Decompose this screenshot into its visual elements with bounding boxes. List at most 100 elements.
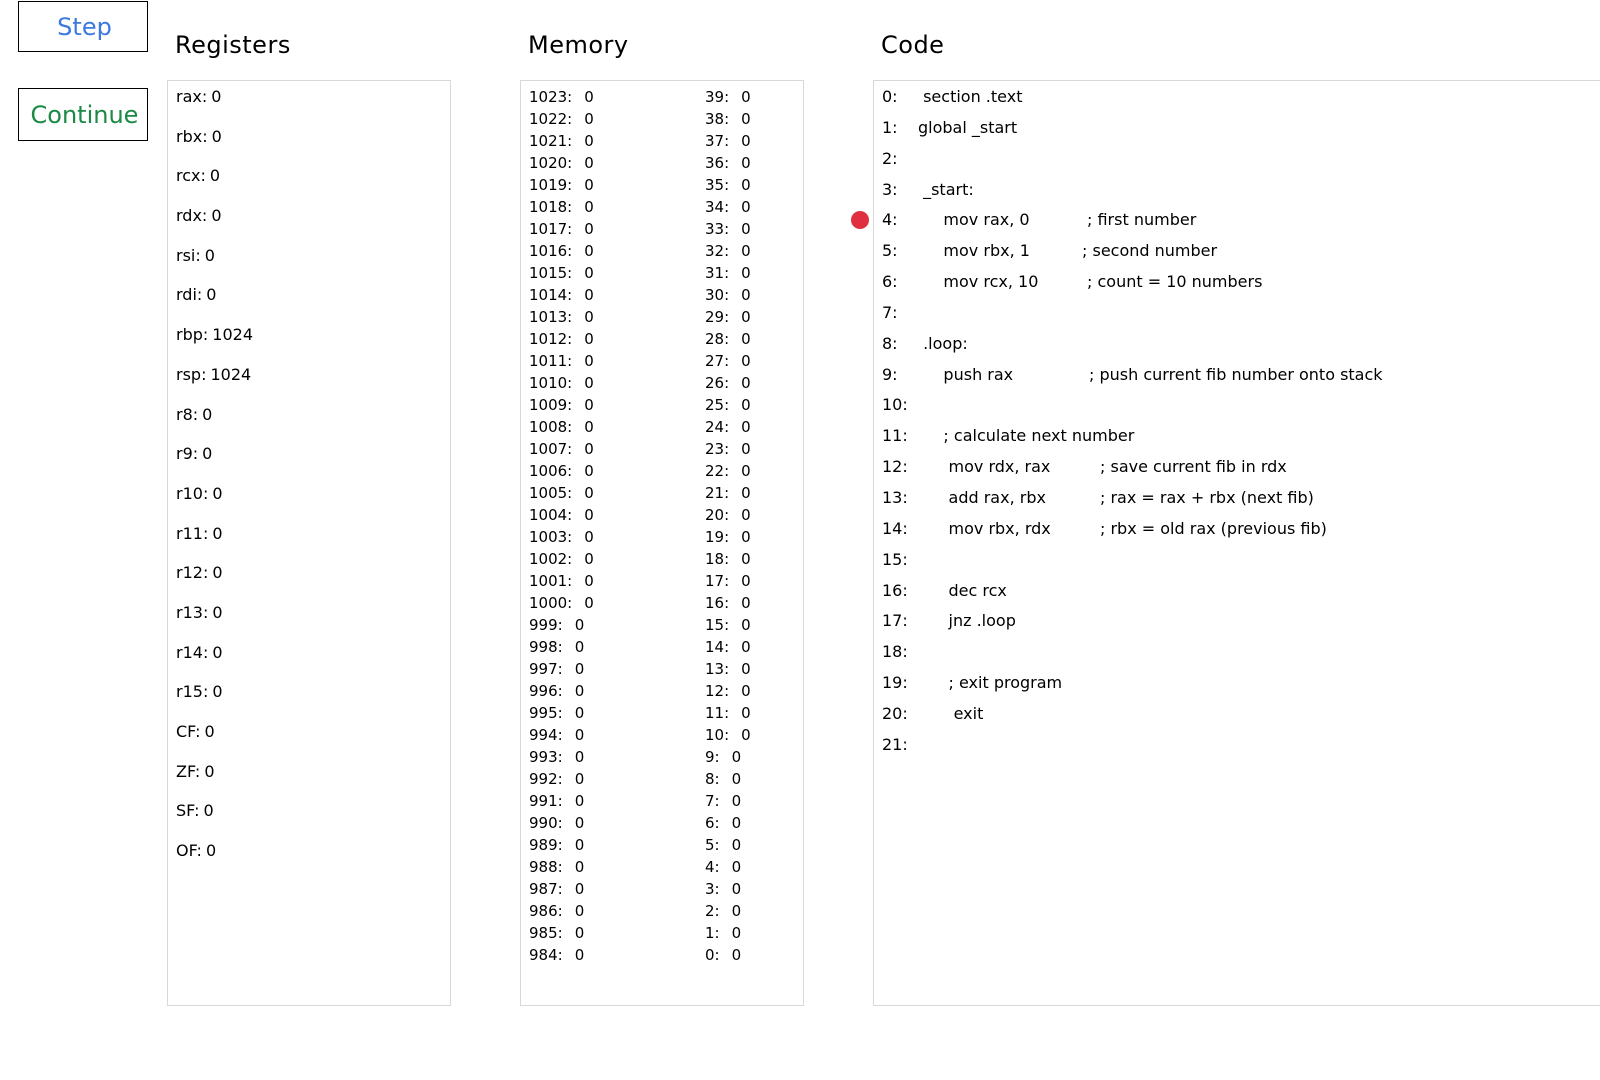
memory-address: 15: (705, 616, 730, 634)
register-value: 0 (212, 642, 223, 662)
memory-value: 0 (584, 572, 594, 590)
register-name: rdx: (176, 206, 208, 226)
register-value: 0 (202, 404, 213, 424)
memory-address: 1005: (529, 484, 573, 502)
register-row: r14: 0 (176, 643, 253, 683)
code-line[interactable]: 18: (882, 642, 1134, 673)
memory-value: 0 (574, 638, 585, 656)
code-line[interactable]: 19: ; exit program (882, 673, 1134, 704)
breakpoint-marker[interactable] (851, 211, 869, 229)
code-line[interactable]: 15: (882, 550, 1134, 581)
memory-cell: 14: 0 (705, 638, 751, 660)
register-value: 0 (212, 602, 223, 622)
memory-cell: 1005: 0 (529, 484, 594, 506)
line-number: 7: (882, 302, 898, 322)
memory-value: 0 (584, 462, 594, 480)
code-line[interactable]: 2: (882, 149, 1134, 180)
code-line[interactable]: 9: push rax ; push current fib number ont… (882, 365, 1383, 396)
code-line[interactable]: 12: mov rdx, rax ; save current fib in rd… (882, 457, 1287, 488)
code-line[interactable]: 4: mov rax, 0 ; first number (882, 210, 1196, 241)
memory-value: 0 (584, 440, 594, 458)
continue-button[interactable]: Continue (18, 88, 148, 141)
memory-panel[interactable]: 1023: 0 1022: 0 1021: 0 1020: 0 1019: 0 1018: 0 1017… (520, 80, 804, 1006)
memory-value: 0 (741, 506, 751, 524)
memory-value: 0 (731, 946, 742, 964)
code-line[interactable]: 3: _start: (882, 180, 1134, 211)
memory-value: 0 (741, 704, 751, 722)
code-line[interactable]: 7: (882, 303, 1134, 334)
memory-address: 1014: (529, 286, 573, 304)
memory-value: 0 (584, 418, 594, 436)
registers-panel[interactable]: rax: 0 rbx: 0 rcx: 0 rdx: 0 rsi: 0 rdi: 0 rbp: 1024 rs… (167, 80, 451, 1006)
register-name: SF: (176, 801, 200, 821)
memory-cell: 1002: 0 (529, 550, 594, 572)
code-line[interactable]: 20: exit (882, 704, 1134, 735)
code-line[interactable]: 1: global _start (882, 118, 1134, 149)
code-statement: mov rcx, 10 (918, 272, 1039, 292)
memory-cell: 993: 0 (529, 748, 594, 770)
code-comment: ; push current fib number onto stack (1089, 364, 1383, 384)
memory-address: 33: (705, 220, 730, 238)
code-line[interactable]: 17: jnz .loop (882, 611, 1134, 642)
memory-cell: 991: 0 (529, 792, 594, 814)
memory-cell: 1014: 0 (529, 286, 594, 308)
code-line[interactable]: 6: mov rcx, 10 ; count = 10 numbers (882, 272, 1262, 303)
memory-cell: 1004: 0 (529, 506, 594, 528)
code-panel[interactable]: 0: section .text 1: global _start 2: 3: _sta… (873, 80, 1600, 1006)
memory-cell: 20: 0 (705, 506, 751, 528)
memory-title: Memory (528, 31, 629, 59)
step-button[interactable]: Step (18, 1, 148, 52)
memory-address: 37: (705, 132, 730, 150)
register-name: rsp: (176, 364, 207, 384)
code-line[interactable]: 8: .loop: (882, 334, 1134, 365)
memory-address: 1001: (529, 572, 573, 590)
memory-value: 0 (584, 220, 594, 238)
memory-address: 990: (529, 814, 563, 832)
code-line[interactable]: 16: dec rcx (882, 581, 1134, 612)
memory-address: 39: (705, 88, 730, 106)
register-row: rbp: 1024 (176, 325, 253, 365)
register-name: rdi: (176, 285, 203, 305)
register-row: rcx: 0 (176, 166, 253, 206)
memory-cell: 26: 0 (705, 374, 751, 396)
memory-address: 984: (529, 946, 563, 964)
code-line[interactable]: 0: section .text (882, 87, 1134, 118)
line-number: 16: (882, 580, 908, 600)
memory-address: 1: (705, 924, 720, 942)
memory-address: 1004: (529, 506, 573, 524)
memory-address: 34: (705, 198, 730, 216)
memory-address: 994: (529, 726, 563, 744)
register-row: rdi: 0 (176, 285, 253, 325)
register-row: rbx: 0 (176, 127, 253, 167)
memory-value: 0 (584, 286, 594, 304)
memory-address: 28: (705, 330, 730, 348)
memory-cell: 1023: 0 (529, 88, 594, 110)
memory-value: 0 (584, 264, 594, 282)
register-value: 0 (205, 841, 217, 861)
register-name: r15: (176, 682, 209, 702)
memory-address: 997: (529, 660, 563, 678)
memory-value: 0 (741, 132, 751, 150)
line-number: 4: (882, 210, 898, 230)
register-value: 0 (212, 563, 223, 583)
memory-value: 0 (584, 594, 594, 612)
code-line[interactable]: 21: (882, 735, 1134, 766)
code-line[interactable]: 11: ; calculate next number (882, 426, 1134, 457)
memory-address: 6: (705, 814, 720, 832)
memory-cell: 1017: 0 (529, 220, 594, 242)
code-line[interactable]: 14: mov rbx, rdx ; rbx = old rax (previou… (882, 519, 1327, 550)
memory-address: 1020: (529, 154, 573, 172)
memory-value: 0 (731, 814, 742, 832)
memory-address: 1010: (529, 374, 573, 392)
memory-address: 995: (529, 704, 563, 722)
code-line[interactable]: 13: add rax, rbx ; rax = rax + rbx (next … (882, 487, 1314, 519)
memory-value: 0 (741, 550, 751, 568)
register-name: CF: (176, 722, 201, 741)
register-name: r12: (176, 563, 209, 583)
memory-value: 0 (741, 396, 751, 414)
code-line[interactable]: 5: mov rbx, 1 ; second number (882, 241, 1217, 272)
code-statement: add rax, rbx (918, 487, 1046, 507)
memory-cell: 988: 0 (529, 858, 594, 880)
code-line[interactable]: 10: (882, 395, 1134, 426)
memory-address: 4: (705, 858, 720, 876)
